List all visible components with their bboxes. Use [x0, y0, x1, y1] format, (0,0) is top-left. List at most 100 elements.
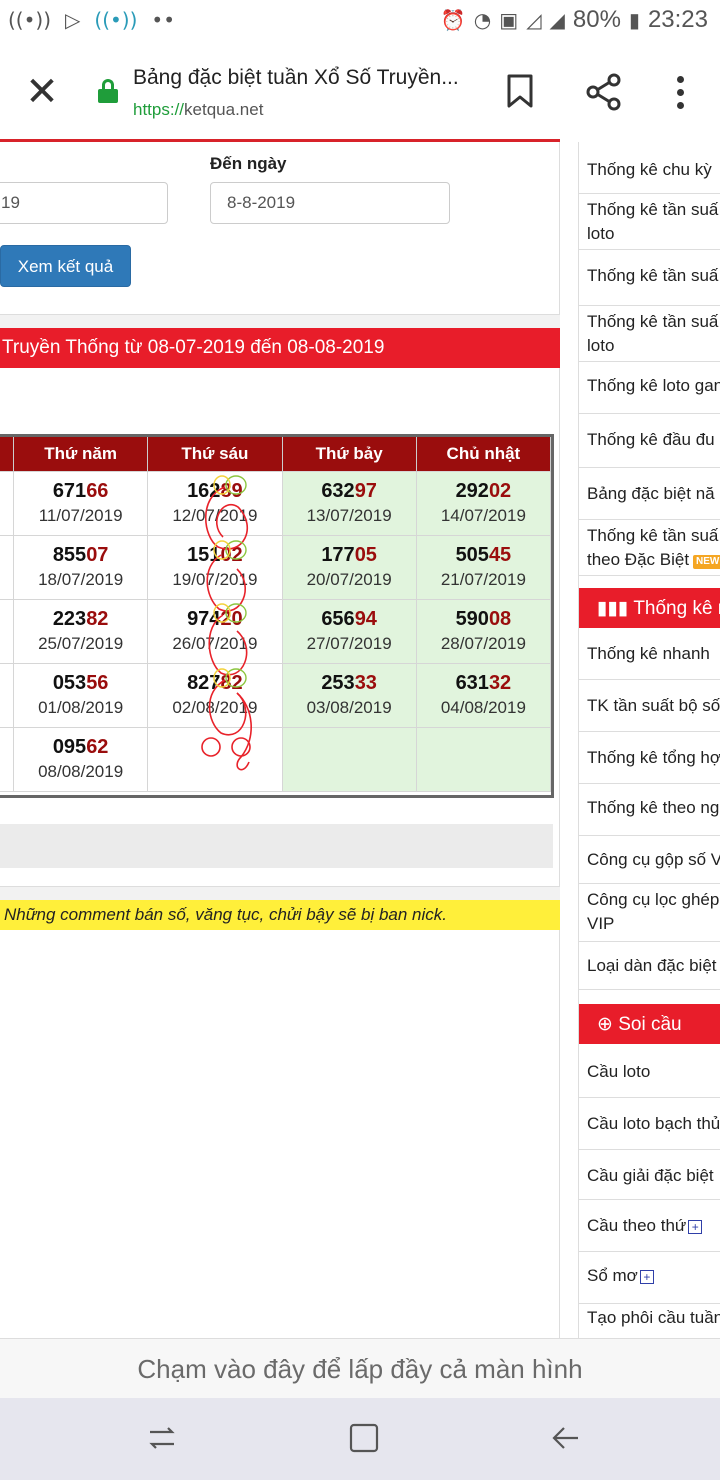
alarm-icon: ⏰	[440, 8, 466, 32]
result-tail: 45	[488, 544, 512, 566]
table-cell-prev	[0, 726, 14, 792]
new-badge: NEW	[693, 555, 720, 569]
fill-screen-prompt[interactable]: Chạm vào đây để lấp đầy cả màn hình	[0, 1338, 720, 1398]
result-tail: 89	[220, 480, 243, 502]
table-cell: 63297 13/07/2019	[281, 470, 417, 536]
sidebar-item[interactable]: Thống kê tần suấ loto	[579, 306, 720, 362]
table-header-prev	[0, 437, 14, 471]
result-tail: 62	[86, 736, 109, 758]
table-cell	[415, 726, 552, 792]
result-tail: 82	[86, 608, 109, 630]
signal-icon-2: ◢	[549, 8, 565, 32]
page-title[interactable]: Bảng đặc biệt tuần Xổ Số Truyền...	[133, 66, 459, 90]
sidebar-item[interactable]: TK tần suất bộ số	[579, 680, 720, 732]
battery-icon: ▮	[628, 8, 640, 32]
result-date: 26/07/2019	[172, 634, 258, 653]
result-number: 29202	[417, 478, 550, 504]
result-date: 03/08/2019	[306, 698, 392, 717]
more-menu-icon[interactable]	[668, 72, 692, 112]
from-date-input[interactable]: 19	[0, 182, 168, 224]
table-cell: 67166 11/07/2019	[12, 470, 149, 536]
table-row: 05356 01/08/2019 82782 02/08/2019 25333 03/08…	[0, 662, 552, 728]
sidebar-item[interactable]: Thống kê đầu đu	[579, 414, 720, 468]
result-tail: 66	[86, 480, 109, 502]
table-cell: 17705 20/07/2019	[281, 534, 417, 600]
result-date: 18/07/2019	[38, 570, 124, 589]
sidebar-item[interactable]: Cầu loto	[579, 1046, 720, 1098]
back-icon[interactable]	[546, 1418, 586, 1458]
result-number: 63297	[283, 478, 416, 504]
result-tail: 32	[488, 672, 512, 694]
clock: 23:23	[647, 6, 708, 33]
result-date: 02/08/2019	[172, 698, 258, 717]
url-host: ketqua.net	[184, 100, 264, 119]
sidebar-item[interactable]: Thống kê tần suấ	[579, 250, 720, 306]
result-number: 09562	[14, 734, 147, 760]
sidebar-item[interactable]: Cầu loto bạch thủ	[579, 1098, 720, 1150]
recent-apps-icon[interactable]	[142, 1418, 182, 1458]
result-number: 97420	[148, 606, 281, 632]
to-date-input[interactable]: 8-8-2019	[210, 182, 450, 224]
sidebar-section-title: Soi cầu	[618, 1014, 682, 1035]
result-date: 28/07/2019	[440, 634, 526, 653]
expand-plus-icon[interactable]: +	[688, 1219, 703, 1234]
table-cell: 29202 14/07/2019	[415, 470, 552, 536]
sidebar-item[interactable]: Tạo phôi cầu tuần	[579, 1304, 720, 1338]
lock-icon[interactable]	[98, 79, 118, 103]
table-header: Thứ năm	[13, 437, 149, 471]
sidebar-item[interactable]: Thống kê nhanh	[579, 628, 720, 680]
bar-chart-icon: ▮▮▮	[597, 597, 629, 619]
sidebar-item[interactable]: Loại dàn đặc biệt	[579, 942, 720, 990]
table-cell-prev	[0, 598, 14, 664]
result-date: 14/07/2019	[440, 506, 526, 525]
result-tail: 20	[220, 608, 243, 630]
result-tail: 02	[488, 480, 512, 502]
table-cell	[147, 726, 283, 792]
sidebar-item[interactable]: Thống kê chu kỳ	[579, 152, 720, 194]
sidebar-item[interactable]: Cầu giải đặc biệt	[579, 1150, 720, 1200]
sidebar-item[interactable]: Công cụ gộp số V	[579, 836, 720, 884]
result-head: 855	[52, 544, 87, 566]
sidebar-section-header: ▮▮▮ Thống kê n	[579, 588, 720, 628]
result-head: 505	[455, 544, 489, 566]
bookmark-icon[interactable]	[506, 73, 534, 109]
sidebar-item[interactable]: Bảng đặc biệt nă	[579, 468, 720, 520]
table-cell-prev	[0, 662, 14, 728]
table-cell: 65694 27/07/2019	[281, 598, 417, 664]
sidebar-item[interactable]: Sổ mơ +	[579, 1252, 720, 1304]
result-head: 095	[52, 736, 87, 758]
sidebar-item[interactable]: Thống kê loto gan	[579, 362, 720, 414]
result-tail: 97	[354, 480, 377, 502]
table-cell: 25333 03/08/2019	[281, 662, 417, 728]
table-cell: 16289 12/07/2019	[147, 470, 283, 536]
sidebar-item[interactable]: Cầu theo thứ +	[579, 1200, 720, 1252]
result-number: 82782	[148, 670, 281, 696]
gray-footer-bar	[0, 824, 553, 868]
table-cell: 05356 01/08/2019	[12, 662, 149, 728]
table-header: Chủ nhật	[416, 437, 552, 471]
result-head: 632	[321, 480, 355, 502]
table-header: Thứ sáu	[147, 437, 283, 471]
expand-plus-icon[interactable]: +	[639, 1269, 654, 1284]
sidebar-item[interactable]: Thống kê tổng hợ	[579, 732, 720, 784]
share-icon[interactable]	[584, 72, 624, 112]
page-url[interactable]: https://ketqua.net	[133, 100, 263, 120]
result-date: 08/08/2019	[38, 762, 124, 781]
sidebar-item[interactable]: Thống kê tần suấ loto	[579, 194, 720, 250]
search-plus-icon: ⊕	[597, 1013, 613, 1035]
sidebar-item[interactable]: Công cụ lọc ghép VIP	[579, 884, 720, 942]
result-date: 20/07/2019	[306, 570, 392, 589]
comment-warning: Những comment bán số, văng tục, chửi bậy…	[0, 900, 560, 930]
sidebar-item[interactable]: Thống kê theo ng	[579, 784, 720, 836]
table-cell: 15102 19/07/2019	[147, 534, 283, 600]
play-store-icon: ▷	[65, 8, 81, 32]
result-number: 05356	[14, 670, 147, 696]
close-icon[interactable]: ✕	[22, 68, 62, 116]
result-number: 85507	[14, 542, 147, 568]
result-number: 16289	[148, 478, 281, 504]
home-icon[interactable]	[344, 1418, 384, 1458]
status-bar: ((•)) ▷ ((•)) •• ⏰ ◔ ▣ ◿ ◢ 80% ▮ 23:23	[0, 0, 720, 46]
view-results-button[interactable]: Xem kết quả	[0, 245, 131, 287]
result-number: 25333	[283, 670, 416, 696]
result-tail: 05	[354, 544, 377, 566]
